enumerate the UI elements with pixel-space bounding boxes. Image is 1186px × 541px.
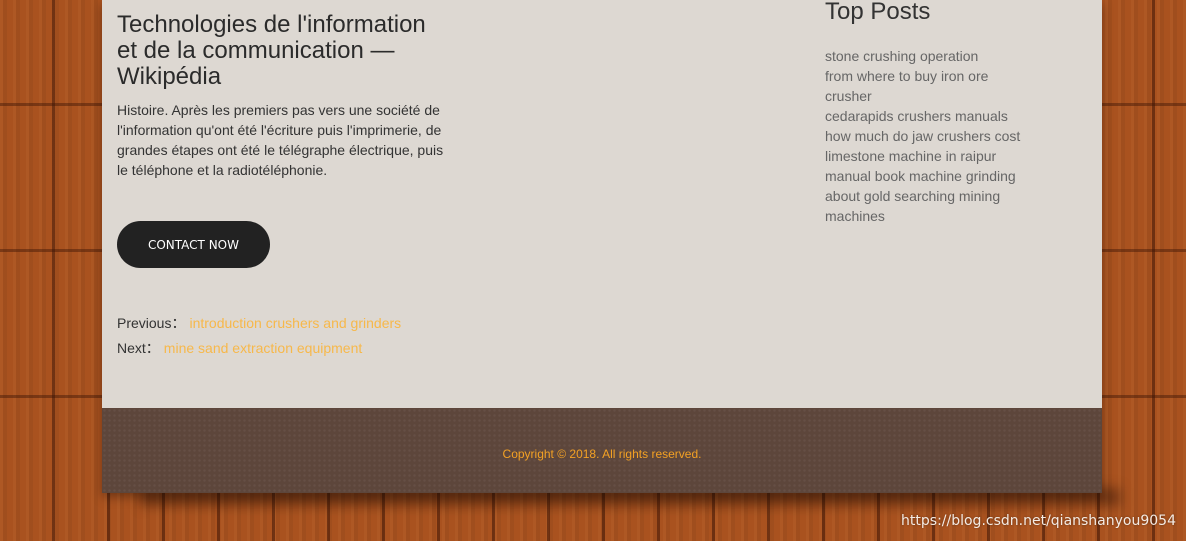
top-post-link[interactable]: from where to buy iron ore crusher	[825, 68, 988, 104]
article-title: Technologies de l'information et de la c…	[117, 11, 426, 90]
copyright-text: Copyright © 2018. All rights reserved.	[502, 447, 702, 461]
previous-post-nav: Previous： introduction crushers and grind…	[117, 314, 401, 332]
previous-label: Previous：	[117, 315, 186, 331]
sidebar-title: Top Posts	[825, 0, 931, 25]
contact-now-button[interactable]: CONTACT NOW	[117, 221, 270, 268]
top-post-link[interactable]: manual book machine grinding	[825, 168, 1016, 184]
top-post-link[interactable]: how much do jaw crushers cost	[825, 128, 1020, 144]
next-post-link[interactable]: mine sand extraction equipment	[164, 340, 362, 356]
list-item: about gold searching mining machines	[825, 186, 1035, 226]
list-item: limestone machine in raipur	[825, 146, 1035, 166]
top-posts-list: stone crushing operation from where to b…	[825, 46, 1035, 226]
list-item: stone crushing operation	[825, 46, 1035, 66]
watermark-url: https://blog.csdn.net/qianshanyou9054	[901, 513, 1176, 529]
main-content: Technologies de l'information et de la c…	[102, 0, 1102, 408]
top-post-link[interactable]: stone crushing operation	[825, 48, 978, 64]
article: Technologies de l'information et de la c…	[117, 12, 447, 180]
article-body: Histoire. Après les premiers pas vers un…	[117, 102, 444, 178]
top-post-link[interactable]: cedarapids crushers manuals	[825, 108, 1008, 124]
list-item: manual book machine grinding	[825, 166, 1035, 186]
top-post-link[interactable]: limestone machine in raipur	[825, 148, 996, 164]
page-wrapper: Technologies de l'information et de la c…	[102, 0, 1102, 493]
previous-post-link[interactable]: introduction crushers and grinders	[189, 315, 401, 331]
top-post-link[interactable]: about gold searching mining machines	[825, 188, 1000, 224]
next-label: Next：	[117, 340, 160, 356]
list-item: how much do jaw crushers cost	[825, 126, 1035, 146]
list-item: cedarapids crushers manuals	[825, 106, 1035, 126]
next-post-nav: Next： mine sand extraction equipment	[117, 339, 362, 357]
sidebar: Top Posts stone crushing operation from …	[825, 0, 1035, 226]
list-item: from where to buy iron ore crusher	[825, 66, 1035, 106]
footer: Copyright © 2018. All rights reserved.	[102, 408, 1102, 493]
